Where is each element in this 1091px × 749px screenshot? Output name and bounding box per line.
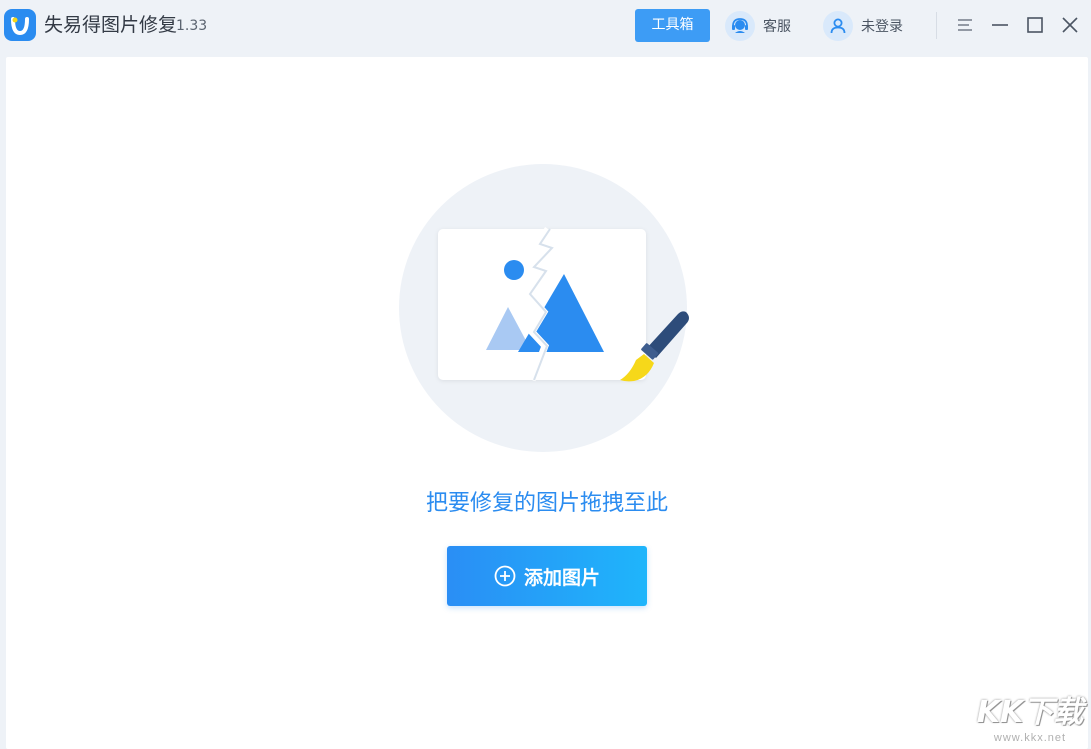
login-label: 未登录 (861, 19, 903, 35)
maximize-icon (1027, 17, 1043, 33)
title-bar: 失易得图片修复 1.33 工具箱 客服 未登录 (0, 0, 1091, 52)
headset-icon (725, 11, 755, 41)
close-icon (1062, 17, 1078, 33)
user-icon (823, 11, 853, 41)
support-button[interactable]: 客服 (725, 10, 791, 42)
minimize-button[interactable] (988, 13, 1012, 37)
app-title: 失易得图片修复 (44, 14, 178, 36)
divider (936, 12, 937, 39)
menu-button[interactable] (953, 13, 977, 37)
watermark-text: KK下载 (976, 695, 1084, 730)
plus-circle-icon (494, 565, 516, 587)
add-image-label: 添加图片 (523, 566, 600, 589)
login-button[interactable]: 未登录 (823, 10, 903, 42)
support-label: 客服 (763, 19, 791, 35)
toolbox-button[interactable]: 工具箱 (635, 9, 710, 42)
drop-area[interactable]: 把要修复的图片拖拽至此 添加图片 (6, 57, 1088, 749)
drop-hint-text: 把要修复的图片拖拽至此 (425, 491, 668, 516)
broken-image-with-brush-icon[interactable] (398, 164, 698, 454)
app-version: 1.33 (176, 18, 208, 34)
minimize-icon (992, 24, 1008, 26)
add-image-button[interactable]: 添加图片 (447, 546, 647, 606)
watermark: KK下载 www.kkx.net (972, 693, 1088, 749)
watermark-url: www.kkx.net (993, 732, 1067, 744)
menu-icon (958, 19, 972, 31)
maximize-button[interactable] (1023, 13, 1047, 37)
close-button[interactable] (1058, 13, 1082, 37)
app-logo-icon (4, 9, 36, 41)
